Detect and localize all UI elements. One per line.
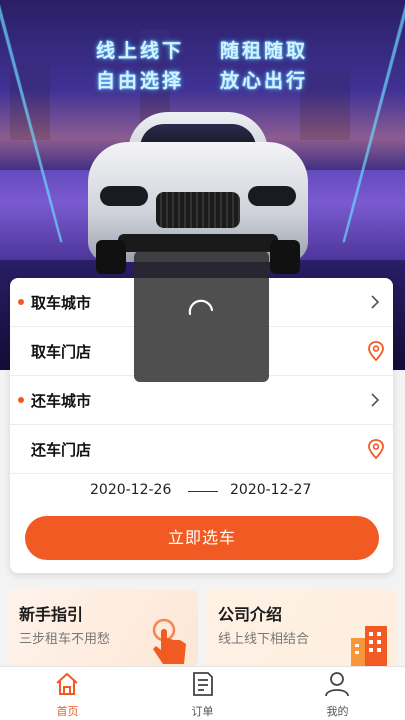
order-icon [193,672,213,696]
tab-label: 订单 [191,705,214,718]
return-date[interactable]: 2020-12-27 [230,482,311,498]
hand-tap-icon [152,618,186,664]
required-dot [18,299,24,305]
banner-slogan: 放心出行 [220,70,309,92]
chevron-right-icon [371,295,380,309]
tab-label: 我的 [326,705,349,718]
date-separator [188,491,218,492]
location-pin-icon [368,341,384,361]
home-icon [56,673,78,695]
chevron-right-icon [371,393,380,407]
tab-profile[interactable]: 我的 [270,667,405,720]
return-store-label: 还车门店 [31,440,92,459]
tab-orders[interactable]: 订单 [135,667,270,720]
tile-subtitle: 三步租车不用愁 [19,632,111,647]
loading-overlay [134,251,269,382]
guide-tile[interactable]: 新手指引 三步租车不用愁 [7,590,198,666]
pickup-date[interactable]: 2020-12-26 [90,482,171,498]
tab-label: 首页 [56,705,79,718]
date-range[interactable]: 2020-12-26 2020-12-27 [10,478,393,504]
pickup-city-label: 取车城市 [31,293,92,312]
tile-title: 公司介绍 [218,605,283,624]
required-dot [18,397,24,403]
bottom-tab-bar: 首页 订单 我的 [0,666,405,720]
select-car-button[interactable]: 立即选车 [25,516,379,560]
loading-spinner-icon [188,299,214,316]
tile-subtitle: 线上线下相结合 [218,632,310,647]
banner-slogan: 随租随取 [220,40,309,62]
banner-slogan: 自由选择 [96,70,185,92]
return-city-label: 还车城市 [31,391,92,410]
user-icon [325,672,349,697]
building-icon [351,626,387,666]
location-pin-icon [368,439,384,459]
pickup-store-label: 取车门店 [31,342,92,361]
return-store-row[interactable]: 还车门店 [10,425,393,473]
tab-home[interactable]: 首页 [0,667,135,720]
return-city-row[interactable]: 还车城市 [10,376,393,424]
company-tile[interactable]: 公司介绍 线上线下相结合 [206,590,397,666]
banner-slogan: 线上线下 [96,40,185,62]
tile-title: 新手指引 [19,605,84,624]
